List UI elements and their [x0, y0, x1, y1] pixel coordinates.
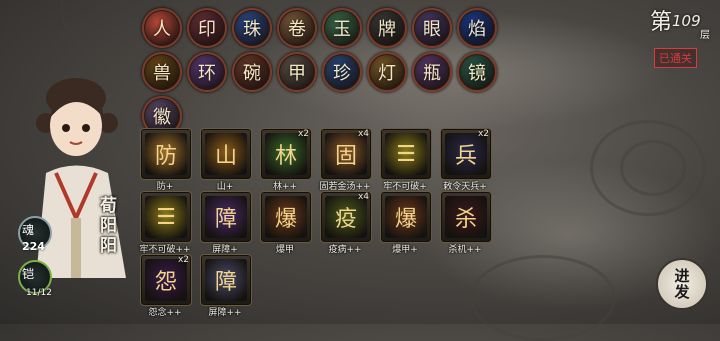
explosive-armor-icon: 爆 [385, 196, 427, 238]
card-glyph: ☰ [156, 204, 176, 230]
level-indicator: 第 109 层 已通关 [650, 4, 716, 70]
card-glyph: 杀 [454, 207, 477, 232]
blue-flame-icon[interactable]: 焰 [457, 8, 497, 48]
card-glyph: 爆 [394, 207, 417, 232]
relic-glyph: 眼 [423, 19, 441, 40]
relic-glyph: 灯 [378, 63, 396, 84]
killing-intent-icon: 杀 [445, 196, 487, 238]
forest-icon: 林 [265, 133, 307, 175]
card-glyph: 防 [154, 144, 177, 169]
relic-glyph: 卷 [288, 19, 306, 40]
armor-icon[interactable]: 甲 [277, 52, 317, 92]
relic-glyph: 焰 [468, 19, 486, 40]
relic-glyph: 镜 [468, 63, 486, 84]
card-glyph: 林 [274, 144, 297, 169]
armor-glyph: 铠 [22, 267, 35, 281]
advance-label: 进发 [674, 267, 690, 301]
card-glyph: 障 [214, 207, 237, 232]
card-glyph: 疫 [334, 207, 357, 232]
card-slot[interactable]: 防 [140, 128, 192, 180]
card-slot[interactable]: 障 [200, 254, 252, 306]
relic-glyph: 珠 [243, 19, 261, 40]
relic-glyph: 印 [198, 19, 216, 40]
level-suffix: 层 [700, 30, 710, 41]
card-slot[interactable]: 兵 x2 [440, 128, 492, 180]
relic-glyph: 牌 [378, 19, 396, 40]
card-glyph: 山 [214, 144, 237, 169]
card-count: x2 [177, 255, 189, 265]
level-prefix: 第 [650, 10, 673, 35]
scroll-icon[interactable]: 卷 [277, 8, 317, 48]
spirit-shield-icon: 障 [205, 259, 247, 301]
vase-icon[interactable]: 瓶 [412, 52, 452, 92]
pearls-icon[interactable]: 珍 [322, 52, 362, 92]
level-number: 109 [672, 12, 701, 30]
golden-beast-icon[interactable]: 兽 [142, 52, 182, 92]
soul-glyph: 魂 [22, 223, 35, 237]
relic-glyph: 兽 [153, 63, 171, 84]
barrier-icon: ☰ [385, 133, 427, 175]
golden-wall-icon: 固 [325, 133, 367, 175]
card-glyph: 怨 [154, 270, 177, 295]
seal-icon[interactable]: 印 [187, 8, 227, 48]
card-glyph: 障 [214, 270, 237, 295]
explosive-armor-icon: 爆 [265, 196, 307, 238]
mountain-icon: 山 [205, 133, 247, 175]
lantern-shield-icon: 防 [145, 133, 187, 175]
card-glyph: ☰ [396, 141, 416, 167]
card-count: x4 [357, 192, 369, 202]
character-name: 荀阳阳 [100, 196, 117, 256]
card-slot[interactable]: 障 [200, 191, 252, 243]
relic-glyph: 甲 [288, 63, 306, 84]
cloud-swirl [620, 140, 686, 196]
card-slot[interactable]: 爆 [260, 191, 312, 243]
ring-icon[interactable]: 环 [187, 52, 227, 92]
card-slot[interactable]: 爆 [380, 191, 432, 243]
relic-glyph: 珍 [333, 63, 351, 84]
card-slot[interactable]: ☰ [380, 128, 432, 180]
card-slot[interactable]: 固 x4 [320, 128, 372, 180]
jade-icon[interactable]: 玉 [322, 8, 362, 48]
bowl-icon[interactable]: 碗 [232, 52, 272, 92]
card-slot[interactable]: 杀 [440, 191, 492, 243]
mirror-icon[interactable]: 镜 [457, 52, 497, 92]
relic-glyph: 玉 [333, 19, 351, 40]
eye-icon[interactable]: 眼 [412, 8, 452, 48]
card-count: x4 [357, 129, 369, 139]
cleared-stamp: 已通关 [654, 48, 697, 68]
advance-button[interactable]: 进发 [656, 258, 708, 310]
heavenly-soldier-icon: 兵 [445, 133, 487, 175]
cloud-swirl [470, 255, 616, 341]
card-glyph: 固 [334, 144, 357, 169]
relic-glyph: 人 [153, 19, 171, 40]
plague-icon: 疫 [325, 196, 367, 238]
card-slot[interactable]: 林 x2 [260, 128, 312, 180]
relic-glyph: 碗 [243, 63, 261, 84]
barrier-icon: ☰ [145, 196, 187, 238]
card-count: x2 [477, 129, 489, 139]
tablet-icon[interactable]: 牌 [367, 8, 407, 48]
relic-glyph: 瓶 [423, 63, 441, 84]
card-slot[interactable]: ☰ [140, 191, 192, 243]
card-glyph: 爆 [274, 207, 297, 232]
card-count: x2 [297, 129, 309, 139]
resentment-vortex-icon: 怨 [145, 259, 187, 301]
card-label: 屏障++ [208, 308, 242, 318]
card-slot[interactable]: 疫 x4 [320, 191, 372, 243]
soul-value: 224 [22, 240, 45, 253]
card-glyph: 兵 [454, 144, 477, 169]
orb-cluster-icon[interactable]: 珠 [232, 8, 272, 48]
purple-shield-icon: 障 [205, 196, 247, 238]
figurine-icon[interactable]: 人 [142, 8, 182, 48]
card-slot[interactable]: 山 [200, 128, 252, 180]
armor-value: 11/12 [26, 288, 52, 298]
card-label: 杀机++ [448, 245, 482, 255]
card-slot[interactable]: 怨 x2 [140, 254, 192, 306]
relic-glyph: 环 [198, 63, 216, 84]
relic-glyph: 徽 [153, 107, 171, 128]
lantern-icon[interactable]: 灯 [367, 52, 407, 92]
